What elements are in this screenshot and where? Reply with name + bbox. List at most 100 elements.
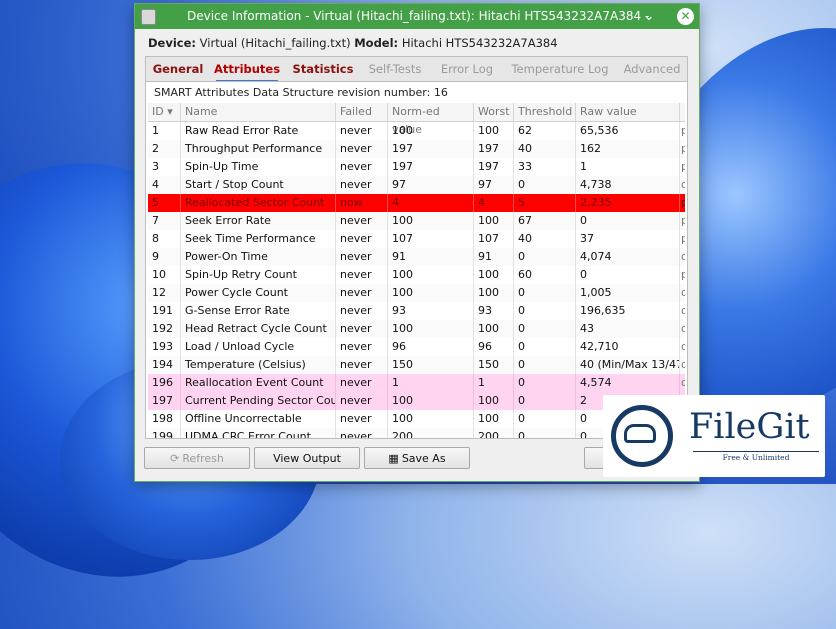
cell-raw: 4,738 (576, 176, 680, 194)
cell-name: Raw Read Error Rate (181, 122, 336, 140)
attributes-panel: SMART Attributes Data Structure revision… (145, 81, 688, 439)
cell-worst: 100 (474, 212, 514, 230)
cell-raw: 162 (576, 140, 680, 158)
cell-id: 7 (148, 212, 181, 230)
cell-normed: 93 (388, 302, 474, 320)
cell-raw: 2,235 (576, 194, 680, 212)
cell-name: Spin-Up Time (181, 158, 336, 176)
table-row[interactable]: 3Spin-Up Timenever197197331p (148, 158, 685, 176)
watermark-name: FileGit (689, 407, 810, 447)
table-row[interactable]: 191G-Sense Error Ratenever93930196,635o (148, 302, 685, 320)
table-row[interactable]: 1Raw Read Error Ratenever1001006265,536p (148, 122, 685, 140)
cell-raw: 1,005 (576, 284, 680, 302)
cell-failed: never (336, 356, 388, 374)
tab-attributes[interactable]: Attributes (214, 57, 280, 82)
cell-id: 3 (148, 158, 181, 176)
col-threshold-header[interactable]: Threshold (514, 103, 576, 121)
refresh-icon: ⟳ (170, 452, 180, 465)
cell-normed: 100 (388, 320, 474, 338)
table-row[interactable]: 5Reallocated Sector Countnow4452,235p (148, 194, 685, 212)
col-normed-header[interactable]: Norm-ed value (388, 103, 474, 136)
col-raw-header[interactable]: Raw value (576, 103, 680, 121)
table-row[interactable]: 2Throughput Performancenever19719740162p (148, 140, 685, 158)
cell-threshold: 0 (514, 176, 576, 194)
cell-normed: 200 (388, 428, 474, 438)
cell-threshold: 5 (514, 194, 576, 212)
cell-name: Seek Time Performance (181, 230, 336, 248)
cell-name: Power-On Time (181, 248, 336, 266)
watermark-tagline: Free & Unlimited (693, 451, 819, 462)
cell-name: Head Retract Cycle Count (181, 320, 336, 338)
cell-threshold: 60 (514, 266, 576, 284)
col-id-header[interactable]: ID ▾ (148, 103, 181, 121)
cell-raw: 1 (576, 158, 680, 176)
cell-id: 5 (148, 194, 181, 212)
table-row[interactable]: 7Seek Error Ratenever100100670p (148, 212, 685, 230)
cell-failed: never (336, 338, 388, 356)
tab-general[interactable]: General (152, 57, 204, 82)
cell-normed: 91 (388, 248, 474, 266)
model-label: Model: (354, 36, 399, 50)
tab-temperature-log[interactable]: Temperature Log (508, 57, 612, 82)
cell-id: 199 (148, 428, 181, 438)
cell-failed: never (336, 122, 388, 140)
title-bar[interactable]: Device Information - Virtual (Hitachi_fa… (135, 4, 699, 29)
cell-extra: o (680, 338, 685, 356)
cell-threshold: 40 (514, 140, 576, 158)
table-row[interactable]: 4Start / Stop Countnever979704,738o (148, 176, 685, 194)
table-row[interactable]: 193Load / Unload Cyclenever9696042,710o (148, 338, 685, 356)
tab-self-tests[interactable]: Self-Tests (364, 57, 426, 82)
cell-worst: 197 (474, 140, 514, 158)
cell-normed: 100 (388, 212, 474, 230)
cell-normed: 107 (388, 230, 474, 248)
tab-advanced[interactable]: Advanced (622, 57, 682, 82)
tab-statistics[interactable]: Statistics (292, 57, 354, 82)
cell-normed: 100 (388, 266, 474, 284)
col-failed-header[interactable]: Failed (336, 103, 388, 121)
cell-raw: 40 (Min/Max 13/47) (576, 356, 680, 374)
col-name-header[interactable]: Name (181, 103, 336, 121)
table-row[interactable]: 10Spin-Up Retry Countnever100100600p (148, 266, 685, 284)
cell-worst: 100 (474, 392, 514, 410)
cell-name: Reallocation Event Count (181, 374, 336, 392)
refresh-button[interactable]: ⟳ Refresh (144, 447, 250, 469)
cell-name: Throughput Performance (181, 140, 336, 158)
cell-id: 4 (148, 176, 181, 194)
attributes-table[interactable]: ID ▾ Name Failed Norm-ed value Worst Thr… (148, 103, 685, 438)
cell-failed: never (336, 428, 388, 438)
cell-raw: 4,074 (576, 248, 680, 266)
cell-threshold: 33 (514, 158, 576, 176)
chevron-down-icon[interactable]: ⌄ (643, 4, 655, 29)
view-output-button[interactable]: View Output (254, 447, 360, 469)
table-row[interactable]: 192 Head Retract Cycle Count never 100 100 0 4… (148, 320, 685, 338)
col-worst-header[interactable]: Worst (474, 103, 514, 121)
table-row[interactable]: 8Seek Time Performancenever1071074037p (148, 230, 685, 248)
col-extra-header (680, 103, 685, 121)
cell-name: Power Cycle Count (181, 284, 336, 302)
cell-normed: 100 (388, 392, 474, 410)
cell-threshold: 0 (514, 410, 576, 428)
save-as-button[interactable]: ▦ Save As (364, 447, 470, 469)
cell-worst: 93 (474, 302, 514, 320)
cell-threshold: 0 (514, 338, 576, 356)
table-row[interactable]: 12Power Cycle Countnever10010001,005o (148, 284, 685, 302)
cell-extra: o (680, 248, 685, 266)
cell-id: 12 (148, 284, 181, 302)
cell-threshold: 40 (514, 230, 576, 248)
cell-raw: 4,574 (576, 374, 680, 392)
table-row[interactable]: 9Power-On Timenever919104,074o (148, 248, 685, 266)
cell-normed: 100 (388, 284, 474, 302)
table-row[interactable]: 194 Temperature (Celsius) never 150 150 0 40 (… (148, 356, 685, 374)
cell-id: 192 (148, 320, 181, 338)
cell-failed: never (336, 266, 388, 284)
close-button[interactable]: ✕ (677, 8, 694, 25)
cell-worst: 107 (474, 230, 514, 248)
cell-extra: p (680, 266, 685, 284)
cell-raw: 65,536 (576, 122, 680, 140)
tab-error-log[interactable]: Error Log (436, 57, 498, 82)
cell-worst: 100 (474, 410, 514, 428)
cell-raw: 0 (576, 266, 680, 284)
table-row[interactable]: 196 Reallocation Event Count never 1 1 0 4,574… (148, 374, 685, 392)
cell-extra: o (680, 320, 685, 338)
cell-threshold: 62 (514, 122, 576, 140)
